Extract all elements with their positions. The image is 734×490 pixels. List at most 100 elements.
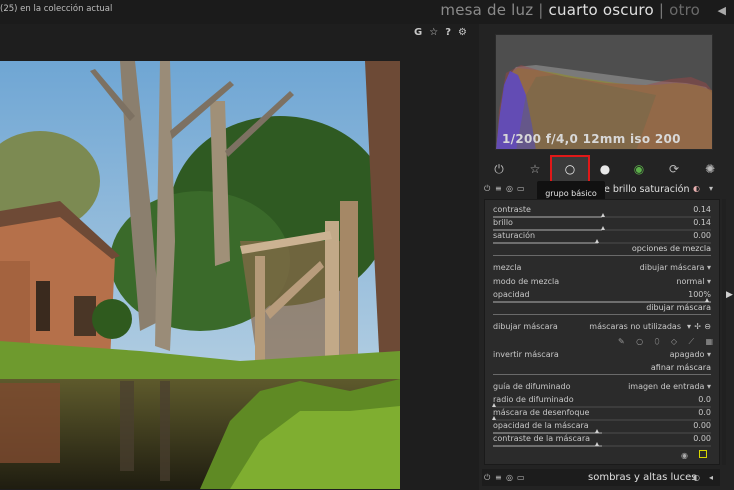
module-reset-icon[interactable]: ◎ [506, 184, 513, 193]
slider-label: opacidad de la máscara [493, 421, 589, 430]
section-draw-mask[interactable]: dibujar máscara [493, 303, 711, 315]
view-other[interactable]: otro [669, 1, 700, 19]
gradient-shape-icon[interactable]: ⟋ [688, 337, 694, 348]
slider-contraste-mascara[interactable]: contraste de la máscara 0.00 [493, 434, 711, 447]
module-multi-icon[interactable]: ≡ [495, 473, 502, 482]
ellipse-shape-icon[interactable]: ⬯ [654, 337, 659, 348]
slider-handle[interactable] [601, 213, 605, 217]
slider-label: opacidad [493, 290, 530, 299]
slider-handle[interactable] [595, 429, 599, 433]
module-reset-icon[interactable]: ◎ [506, 473, 513, 482]
slider-handle[interactable] [705, 298, 709, 302]
view-separator: | [658, 1, 665, 19]
circle-icon[interactable]: ○ [561, 160, 579, 178]
slider-contraste[interactable]: contraste 0.14 [493, 205, 711, 218]
top-bar: (25) en la colección actual mesa de luz |… [0, 0, 734, 24]
combo-dibujar-mascara[interactable]: dibujar máscara máscaras no utilizadas ▾… [493, 322, 711, 335]
eye-icon[interactable]: ◉ [681, 451, 688, 460]
slider-label: contraste de la máscara [493, 434, 591, 443]
slider-brillo[interactable]: brillo 0.14 [493, 218, 711, 231]
combo-label: modo de mezcla [493, 277, 560, 286]
slider-handle[interactable] [492, 403, 496, 407]
combo-guia-difuminado[interactable]: guía de difuminado imagen de entrada [493, 382, 711, 395]
combo-label: guía de difuminado [493, 382, 571, 391]
effect-icon[interactable]: ✺ [701, 160, 719, 178]
combo-value[interactable]: normal [676, 277, 711, 286]
slider-mascara-desenfoque[interactable]: máscara de desenfoque 0.0 [492, 408, 711, 421]
slider-handle[interactable] [601, 226, 605, 230]
module-multi-icon[interactable]: ≡ [495, 184, 502, 193]
slider-value: 0.00 [693, 231, 711, 240]
mask-shape-tools: ✎ ○ ⬯ ◇ ⟋ ▦ [618, 337, 713, 348]
module-collapse-icon[interactable]: ▾ [709, 184, 713, 193]
module-presets-icon[interactable]: ▭ [517, 473, 525, 482]
combo-value[interactable]: apagado [670, 350, 711, 359]
panel-scrollbar[interactable] [722, 199, 726, 465]
combo-label: mezcla [493, 263, 522, 272]
color-icon[interactable]: ◉ [630, 160, 648, 178]
help-icon[interactable]: ? [445, 27, 451, 41]
path-shape-icon[interactable]: ◇ [671, 337, 677, 348]
display-mask-icon[interactable] [699, 450, 707, 458]
slider-value: 0.0 [698, 395, 711, 404]
star-icon[interactable]: ☆ [429, 27, 438, 41]
minus-circle-icon[interactable]: ⊖ [704, 322, 711, 331]
section-blend-options[interactable]: opciones de mezcla [493, 244, 711, 256]
view-switcher: mesa de luz | cuarto oscuro | otro [440, 1, 700, 19]
power-icon[interactable]: ⏻ [490, 160, 508, 178]
expand-icon[interactable]: ◂ [709, 473, 713, 482]
mask-manager-icon[interactable]: ▦ [705, 337, 713, 348]
slider-label: brillo [493, 218, 513, 227]
star-icon[interactable]: ☆ [526, 160, 544, 178]
module-flag-icon: ◐ [693, 473, 700, 482]
slider-label: contraste [493, 205, 531, 214]
slider-opacidad-mascara[interactable]: opacidad de la máscara 0.00 [493, 421, 711, 434]
grouping-icon[interactable]: G [414, 27, 422, 41]
slider-opacidad[interactable]: opacidad 100% [493, 290, 711, 303]
next-module-title: sombras y altas luces [588, 472, 697, 483]
slider-label: saturación [493, 231, 536, 240]
brush-icon[interactable]: ✎ [618, 337, 625, 348]
gear-icon[interactable]: ⚙ [458, 27, 467, 41]
combo-value[interactable]: dibujar máscara [640, 263, 711, 272]
combo-label: dibujar máscara [493, 322, 558, 331]
module-flag-icon: ◐ [693, 184, 700, 193]
combo-label: invertir máscara [493, 350, 559, 359]
combo-invertir-mascara[interactable]: invertir máscara apagado [493, 350, 711, 363]
slider-value: 0.00 [693, 421, 711, 430]
sphere-icon[interactable]: ● [596, 160, 614, 178]
global-toolbar: G ☆ ? ⚙ [414, 27, 480, 41]
module-title: e brillo saturación [604, 184, 690, 195]
photo-image [0, 61, 400, 489]
slider-saturacion[interactable]: saturación 0.00 [493, 231, 711, 244]
slider-handle[interactable] [492, 416, 496, 420]
pick-icon[interactable]: ✢ [694, 322, 701, 331]
collapse-top-icon[interactable]: ◀ [718, 4, 726, 17]
module-power-icon[interactable]: ⏻ [484, 184, 490, 194]
slider-track[interactable] [493, 445, 711, 447]
circle-shape-icon[interactable]: ○ [636, 337, 643, 348]
photo-canvas[interactable] [0, 61, 400, 489]
section-refine-mask[interactable]: afinar máscara [493, 363, 711, 375]
collection-info: (25) en la colección actual [0, 4, 113, 14]
module-power-icon[interactable]: ⏻ [484, 473, 490, 483]
combo-modo-mezcla[interactable]: modo de mezcla normal [493, 277, 711, 290]
slider-radio-difuminado[interactable]: radio de difuminado 0.0 [492, 395, 711, 408]
exif-caption: 1/200 f/4,0 12mm iso 200 [502, 132, 681, 146]
slider-handle[interactable] [595, 239, 599, 243]
slider-label: máscara de desenfoque [493, 408, 590, 417]
chevron-down-icon[interactable]: ▾ [687, 322, 691, 331]
slider-value: 0.14 [693, 205, 711, 214]
combo-value[interactable]: máscaras no utilizadas [589, 322, 681, 331]
module-presets-icon[interactable]: ▭ [517, 184, 525, 193]
combo-mezcla[interactable]: mezcla dibujar máscara [493, 263, 711, 276]
histogram[interactable]: 1/200 f/4,0 12mm iso 200 [495, 34, 713, 150]
view-darkroom[interactable]: cuarto oscuro [549, 1, 654, 19]
view-lighttable[interactable]: mesa de luz [440, 1, 533, 19]
combo-value[interactable]: imagen de entrada [628, 382, 711, 391]
collapse-right-icon[interactable]: ▶ [726, 290, 733, 300]
slider-label: radio de difuminado [493, 395, 574, 404]
view-separator: | [538, 1, 544, 19]
correct-icon[interactable]: ⟳ [665, 160, 683, 178]
slider-handle[interactable] [595, 442, 599, 446]
